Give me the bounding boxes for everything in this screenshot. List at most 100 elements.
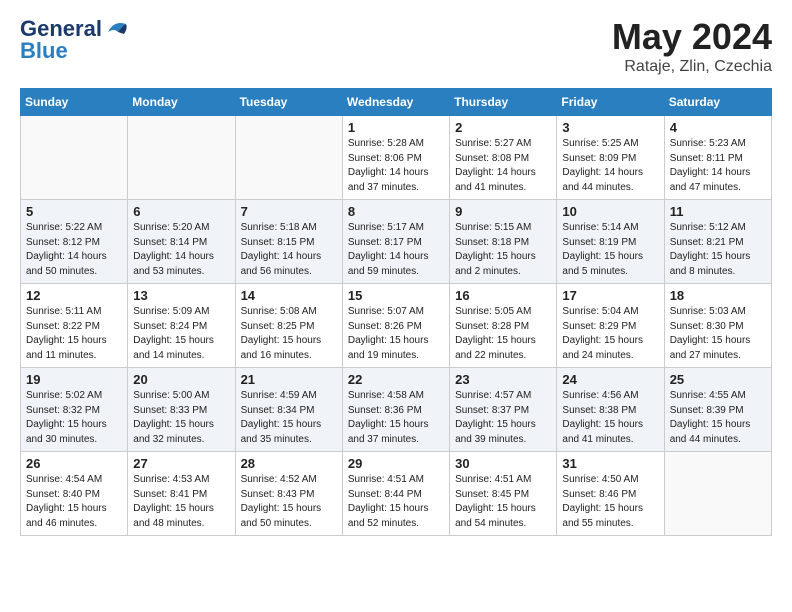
calendar-body: 1 Sunrise: 5:28 AM Sunset: 8:06 PM Daylig…	[21, 116, 772, 536]
calendar-cell	[235, 116, 342, 200]
day-number: 7	[241, 204, 337, 219]
day-number: 20	[133, 372, 229, 387]
calendar-cell: 7 Sunrise: 5:18 AM Sunset: 8:15 PM Daylig…	[235, 200, 342, 284]
day-info: Sunrise: 4:52 AM Sunset: 8:43 PM Dayligh…	[241, 473, 337, 531]
day-info: Sunrise: 5:25 AM Sunset: 8:09 PM Dayligh…	[562, 137, 658, 195]
day-info: Sunrise: 4:51 AM Sunset: 8:44 PM Dayligh…	[348, 473, 444, 531]
calendar-cell	[128, 116, 235, 200]
day-info: Sunrise: 5:02 AM Sunset: 8:32 PM Dayligh…	[26, 389, 122, 447]
calendar-cell: 29 Sunrise: 4:51 AM Sunset: 8:44 PM Dayli…	[342, 452, 449, 536]
calendar-cell: 23 Sunrise: 4:57 AM Sunset: 8:37 PM Dayli…	[450, 368, 557, 452]
day-info: Sunrise: 5:09 AM Sunset: 8:24 PM Dayligh…	[133, 305, 229, 363]
calendar-cell: 28 Sunrise: 4:52 AM Sunset: 8:43 PM Dayli…	[235, 452, 342, 536]
calendar-cell: 31Sunrise: 4:50 AM Sunset: 8:46 PM Dayli…	[557, 452, 664, 536]
col-thursday: Thursday	[450, 89, 557, 116]
day-number: 5	[26, 204, 122, 219]
title-area: May 2024 Rataje, Zlin, Czechia	[612, 16, 772, 76]
day-info: Sunrise: 5:08 AM Sunset: 8:25 PM Dayligh…	[241, 305, 337, 363]
day-info: Sunrise: 5:27 AM Sunset: 8:08 PM Dayligh…	[455, 137, 551, 195]
logo-text-blue: Blue	[20, 38, 68, 64]
calendar-cell	[664, 452, 771, 536]
main-title: May 2024	[612, 16, 772, 58]
header-row: Sunday Monday Tuesday Wednesday Thursday…	[21, 89, 772, 116]
calendar-week-row: 5Sunrise: 5:22 AM Sunset: 8:12 PM Daylig…	[21, 200, 772, 284]
day-number: 28	[241, 456, 337, 471]
calendar-cell: 9Sunrise: 5:15 AM Sunset: 8:18 PM Daylig…	[450, 200, 557, 284]
calendar-cell: 3 Sunrise: 5:25 AM Sunset: 8:09 PM Daylig…	[557, 116, 664, 200]
calendar-cell: 27Sunrise: 4:53 AM Sunset: 8:41 PM Dayli…	[128, 452, 235, 536]
day-number: 16	[455, 288, 551, 303]
col-saturday: Saturday	[664, 89, 771, 116]
day-number: 23	[455, 372, 551, 387]
calendar-cell: 24Sunrise: 4:56 AM Sunset: 8:38 PM Dayli…	[557, 368, 664, 452]
logo-bird-icon	[104, 18, 132, 40]
day-number: 6	[133, 204, 229, 219]
day-info: Sunrise: 5:12 AM Sunset: 8:21 PM Dayligh…	[670, 221, 766, 279]
day-info: Sunrise: 5:14 AM Sunset: 8:19 PM Dayligh…	[562, 221, 658, 279]
day-number: 31	[562, 456, 658, 471]
day-number: 18	[670, 288, 766, 303]
col-sunday: Sunday	[21, 89, 128, 116]
day-info: Sunrise: 4:56 AM Sunset: 8:38 PM Dayligh…	[562, 389, 658, 447]
day-number: 3	[562, 120, 658, 135]
day-number: 12	[26, 288, 122, 303]
day-info: Sunrise: 4:54 AM Sunset: 8:40 PM Dayligh…	[26, 473, 122, 531]
day-number: 9	[455, 204, 551, 219]
day-info: Sunrise: 5:23 AM Sunset: 8:11 PM Dayligh…	[670, 137, 766, 195]
calendar-cell: 4 Sunrise: 5:23 AM Sunset: 8:11 PM Daylig…	[664, 116, 771, 200]
calendar-cell: 20 Sunrise: 5:00 AM Sunset: 8:33 PM Dayli…	[128, 368, 235, 452]
calendar-table: Sunday Monday Tuesday Wednesday Thursday…	[20, 88, 772, 536]
day-info: Sunrise: 4:57 AM Sunset: 8:37 PM Dayligh…	[455, 389, 551, 447]
calendar-cell: 30 Sunrise: 4:51 AM Sunset: 8:45 PM Dayli…	[450, 452, 557, 536]
calendar-cell	[21, 116, 128, 200]
day-number: 30	[455, 456, 551, 471]
day-info: Sunrise: 4:58 AM Sunset: 8:36 PM Dayligh…	[348, 389, 444, 447]
day-info: Sunrise: 5:18 AM Sunset: 8:15 PM Dayligh…	[241, 221, 337, 279]
page: General Blue May 2024 Rataje, Zlin, Czec…	[0, 0, 792, 552]
header: General Blue May 2024 Rataje, Zlin, Czec…	[20, 16, 772, 76]
calendar-cell: 6Sunrise: 5:20 AM Sunset: 8:14 PM Daylig…	[128, 200, 235, 284]
calendar-cell: 12 Sunrise: 5:11 AM Sunset: 8:22 PM Dayli…	[21, 284, 128, 368]
day-info: Sunrise: 5:28 AM Sunset: 8:06 PM Dayligh…	[348, 137, 444, 195]
day-number: 27	[133, 456, 229, 471]
day-number: 10	[562, 204, 658, 219]
calendar-cell: 2Sunrise: 5:27 AM Sunset: 8:08 PM Daylig…	[450, 116, 557, 200]
calendar-cell: 5Sunrise: 5:22 AM Sunset: 8:12 PM Daylig…	[21, 200, 128, 284]
calendar-cell: 1 Sunrise: 5:28 AM Sunset: 8:06 PM Daylig…	[342, 116, 449, 200]
calendar-cell: 26 Sunrise: 4:54 AM Sunset: 8:40 PM Dayli…	[21, 452, 128, 536]
day-info: Sunrise: 5:07 AM Sunset: 8:26 PM Dayligh…	[348, 305, 444, 363]
day-number: 21	[241, 372, 337, 387]
calendar-cell: 22 Sunrise: 4:58 AM Sunset: 8:36 PM Dayli…	[342, 368, 449, 452]
day-number: 8	[348, 204, 444, 219]
calendar-cell: 17Sunrise: 5:04 AM Sunset: 8:29 PM Dayli…	[557, 284, 664, 368]
calendar-cell: 18Sunrise: 5:03 AM Sunset: 8:30 PM Dayli…	[664, 284, 771, 368]
calendar-cell: 19Sunrise: 5:02 AM Sunset: 8:32 PM Dayli…	[21, 368, 128, 452]
day-number: 26	[26, 456, 122, 471]
calendar-cell: 21 Sunrise: 4:59 AM Sunset: 8:34 PM Dayli…	[235, 368, 342, 452]
calendar-header: Sunday Monday Tuesday Wednesday Thursday…	[21, 89, 772, 116]
calendar-cell: 25Sunrise: 4:55 AM Sunset: 8:39 PM Dayli…	[664, 368, 771, 452]
col-tuesday: Tuesday	[235, 89, 342, 116]
day-number: 4	[670, 120, 766, 135]
day-info: Sunrise: 5:17 AM Sunset: 8:17 PM Dayligh…	[348, 221, 444, 279]
day-number: 1	[348, 120, 444, 135]
calendar-cell: 11 Sunrise: 5:12 AM Sunset: 8:21 PM Dayli…	[664, 200, 771, 284]
day-info: Sunrise: 5:11 AM Sunset: 8:22 PM Dayligh…	[26, 305, 122, 363]
day-info: Sunrise: 5:00 AM Sunset: 8:33 PM Dayligh…	[133, 389, 229, 447]
calendar-week-row: 12 Sunrise: 5:11 AM Sunset: 8:22 PM Dayli…	[21, 284, 772, 368]
day-number: 22	[348, 372, 444, 387]
day-number: 11	[670, 204, 766, 219]
day-number: 17	[562, 288, 658, 303]
col-wednesday: Wednesday	[342, 89, 449, 116]
day-number: 13	[133, 288, 229, 303]
calendar-week-row: 26 Sunrise: 4:54 AM Sunset: 8:40 PM Dayli…	[21, 452, 772, 536]
logo: General Blue	[20, 16, 132, 64]
calendar-cell: 13 Sunrise: 5:09 AM Sunset: 8:24 PM Dayli…	[128, 284, 235, 368]
day-info: Sunrise: 4:59 AM Sunset: 8:34 PM Dayligh…	[241, 389, 337, 447]
day-info: Sunrise: 4:55 AM Sunset: 8:39 PM Dayligh…	[670, 389, 766, 447]
calendar-cell: 10 Sunrise: 5:14 AM Sunset: 8:19 PM Dayli…	[557, 200, 664, 284]
day-number: 29	[348, 456, 444, 471]
calendar-cell: 8 Sunrise: 5:17 AM Sunset: 8:17 PM Daylig…	[342, 200, 449, 284]
calendar-cell: 15Sunrise: 5:07 AM Sunset: 8:26 PM Dayli…	[342, 284, 449, 368]
day-info: Sunrise: 4:51 AM Sunset: 8:45 PM Dayligh…	[455, 473, 551, 531]
